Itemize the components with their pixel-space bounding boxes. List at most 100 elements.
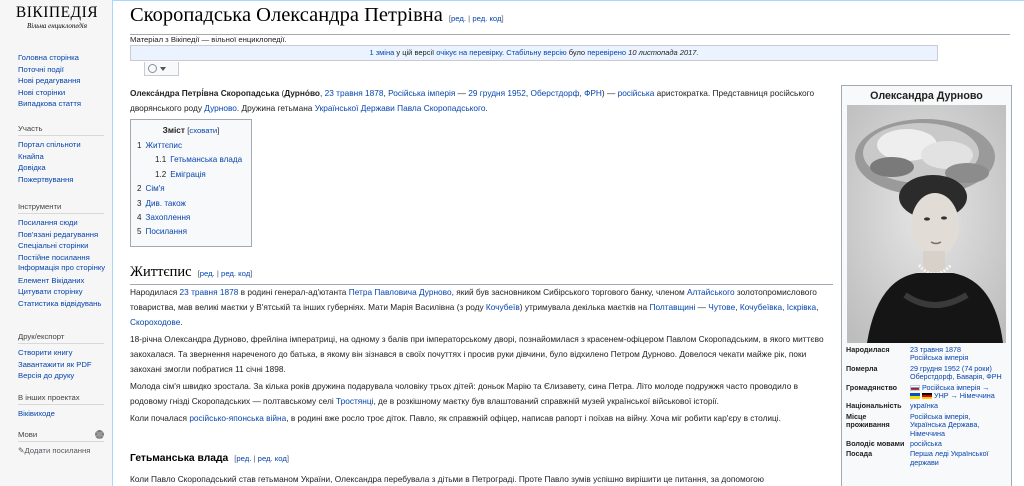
nav-current-events[interactable]: Поточні події [18, 65, 64, 74]
infobox-row-residence: Місце проживання Російська імперія, Украї… [844, 412, 1010, 439]
para-link[interactable]: 1878 [220, 287, 238, 297]
position-link[interactable]: держави [910, 458, 939, 467]
nav-new-pages[interactable]: Нові сторінки [18, 88, 65, 97]
related-changes-link[interactable]: Пов'язані редагування [18, 230, 98, 239]
print-portal: Друк/експорт Створити книгу Завантажити … [18, 332, 108, 382]
stable-version-link[interactable]: Стабільну версію [506, 48, 566, 57]
help-link[interactable]: Довідка [18, 163, 46, 172]
subsection-edit-link[interactable]: ред. [236, 454, 251, 463]
infobox-value: 23 травня 1878 Російська імперія [908, 345, 1010, 364]
nav-random-article[interactable]: Випадкова стаття [18, 99, 81, 108]
para-link[interactable]: Кочубеївка [740, 302, 782, 312]
para-link[interactable]: російсько-японська війна [189, 413, 286, 423]
lead-link[interactable]: Дурново [204, 103, 237, 113]
wikipedia-logo[interactable]: ВІКІПЕДІЯ Вільна енциклопедія [14, 4, 100, 30]
cite-page-link[interactable]: Цитувати сторінку [18, 287, 83, 296]
para-link[interactable]: 23 травня [180, 287, 218, 297]
russian-empire-flag-icon [910, 384, 920, 391]
toc-number: 4 [137, 213, 142, 223]
toc-link[interactable]: Див. також [146, 199, 186, 208]
lead-link[interactable]: Російська імперія [388, 88, 455, 98]
wikidata-item-link[interactable]: Елемент Вікіданих [18, 276, 84, 285]
para-link[interactable]: Тростянці [336, 396, 373, 406]
lead-text: . Дружина гетьмана [236, 102, 315, 113]
page-info-link[interactable]: Інформація про сторінку [18, 263, 105, 272]
donate-link[interactable]: Пожертвування [18, 175, 73, 184]
toc-item[interactable]: 1.2 Еміграція [137, 168, 245, 182]
download-pdf-link[interactable]: Завантажити як PDF [18, 360, 92, 369]
toc-hide-button[interactable]: сховати [189, 126, 217, 135]
toc-number: 3 [137, 198, 142, 208]
community-portal-link[interactable]: Портал спільноти [18, 140, 81, 149]
section-edit-link[interactable]: ред. [200, 269, 215, 278]
toc-number: 1 [137, 141, 142, 150]
tools-heading: Інструменти [18, 202, 104, 214]
lead-link[interactable]: Павла Скоропадського [397, 103, 485, 113]
print-heading: Друк/експорт [18, 332, 104, 344]
section-heading-text: Життєпис [130, 264, 192, 280]
language-link[interactable]: російська [910, 439, 942, 448]
birth-place-link[interactable]: Російська імперія [910, 353, 968, 362]
lead-link[interactable]: 1878 [365, 88, 383, 98]
lead-link[interactable]: російська [618, 88, 655, 98]
para-link[interactable]: Полтавщині [650, 302, 696, 312]
special-pages-link[interactable]: Спеціальні сторінки [18, 241, 88, 250]
site-subtitle: Матеріал з Вікіпедії — вільної енциклопе… [130, 35, 287, 44]
para-link[interactable]: Скороходове [130, 317, 180, 327]
section-heading-biography: Життєпис [ред. | ред. код] [130, 263, 833, 285]
para-text: в родині генерал-ад'ютанта [238, 287, 349, 297]
subsection-edit-code-link[interactable]: ред. код [258, 454, 287, 463]
gear-icon[interactable] [95, 430, 104, 439]
para-link[interactable]: Алтайського [687, 287, 735, 297]
lead-link[interactable]: Оберстдорф [531, 88, 580, 98]
lead-link[interactable]: ФРН [584, 88, 602, 98]
infobox-row-citizenship: Громадянство Російська імперія → УНР → Ні… [844, 383, 1010, 402]
infobox-label: Володіє мовами [846, 439, 905, 449]
toc-item[interactable]: 4 Захоплення [137, 211, 245, 225]
lead-link[interactable]: 29 грудня [468, 88, 505, 98]
nav-main-page[interactable]: Головна сторінка [18, 53, 79, 62]
toc-link[interactable]: Еміграція [170, 170, 206, 179]
toc-item[interactable]: 1 Життєпис [137, 139, 245, 153]
death-place-link[interactable]: Оберстдорф, Баварія, ФРН [910, 372, 1002, 381]
edit-link[interactable]: ред. [451, 14, 466, 23]
toc-item[interactable]: 1.1 Гетьманська влада [137, 153, 245, 167]
pending-change-link[interactable]: 1 зміна [369, 48, 394, 57]
wikisource-link[interactable]: Віківиходе [18, 409, 55, 418]
nav-recent-changes[interactable]: Нові редагування [18, 76, 80, 85]
para-link[interactable]: Петра Павловича Дурново [349, 287, 452, 297]
lead-link[interactable]: 1952 [507, 88, 525, 98]
create-book-link[interactable]: Створити книгу [18, 348, 72, 357]
toc-item[interactable]: 3 Див. також [137, 197, 245, 211]
toc-item[interactable]: 2 Сім'я [137, 182, 245, 196]
edit-code-link[interactable]: ред. код [472, 14, 501, 23]
lead-link[interactable]: Української Держави [315, 103, 395, 113]
toc-link[interactable]: Сім'я [146, 184, 165, 193]
languages-heading-label: Мови [18, 430, 38, 439]
village-pump-link[interactable]: Кнайпа [18, 152, 44, 161]
nationality-link[interactable]: українка [910, 401, 938, 410]
printable-version-link[interactable]: Версія до друку [18, 371, 74, 380]
review-status-dropdown[interactable] [144, 62, 179, 76]
section-edit-code-link[interactable]: ред. код [221, 269, 250, 278]
logo-tagline: Вільна енциклопедія [27, 22, 87, 30]
reviewed-link[interactable]: перевірено [587, 48, 626, 57]
portrait-image[interactable] [847, 105, 1006, 343]
citizenship-link[interactable]: УНР → Німеччина [934, 391, 995, 400]
portrait-illustration [847, 105, 1006, 343]
toc-link[interactable]: Гетьманська влада [170, 155, 242, 164]
toc-link[interactable]: Посилання [146, 227, 187, 236]
add-links-button[interactable]: ✎Додати посилання [18, 446, 90, 455]
page-stats-link[interactable]: Статистика відвідувань [18, 299, 101, 308]
para-link[interactable]: Іскрівка [787, 302, 816, 312]
toc-link[interactable]: Життєпис [146, 141, 183, 150]
pending-review-link[interactable]: очікує на перевірку [436, 48, 502, 57]
lead-link[interactable]: 23 травня [325, 88, 363, 98]
para-link[interactable]: Кочубеїв [486, 302, 520, 312]
permanent-link[interactable]: Постійне посилання [18, 253, 90, 262]
toc-link[interactable]: Захоплення [146, 213, 191, 222]
residence-link[interactable]: Німеччина [910, 429, 945, 438]
what-links-here-link[interactable]: Посилання сюди [18, 218, 78, 227]
para-link[interactable]: Чутове [708, 302, 735, 312]
toc-item[interactable]: 5 Посилання [137, 225, 245, 239]
